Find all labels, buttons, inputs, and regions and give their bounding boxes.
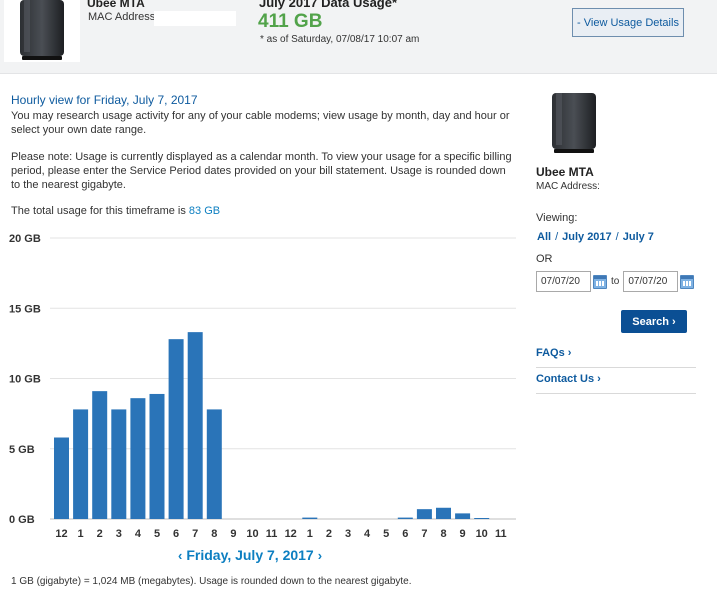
search-button[interactable]: Search › (621, 310, 687, 333)
modem-name: Ubee MTA (87, 0, 145, 10)
usage-bar[interactable] (168, 339, 184, 519)
chart-x-ticks: 12 1 2 3 4 5 6 7 8 9 10 11 12 1 2 3 4 5 6 7 8 9 10 11 (55, 528, 506, 540)
usage-bar[interactable] (474, 518, 490, 519)
x-tick-label: 12 (55, 528, 67, 540)
x-tick-label: 4 (135, 528, 142, 540)
total-usage-prefix: The total usage for this timeframe is (11, 205, 186, 217)
modem-icon (552, 93, 596, 153)
sidebar-modem-name: Ubee MTA (536, 165, 594, 179)
sidebar-divider (536, 367, 696, 368)
billing-note: Please note: Usage is currently displaye… (11, 151, 512, 191)
x-tick-label: 3 (345, 528, 351, 540)
x-tick-label: 8 (440, 528, 446, 540)
x-tick-label: 11 (495, 528, 507, 540)
x-tick-label: 8 (211, 528, 217, 540)
sidebar-mac-label: MAC Address: (536, 181, 600, 192)
sidebar-modem-image (551, 93, 597, 155)
mac-address-value (154, 11, 236, 26)
next-day-icon[interactable]: › (318, 548, 322, 563)
usage-bar[interactable] (92, 391, 108, 519)
x-tick-label: 5 (154, 528, 160, 540)
x-tick-label: 9 (460, 528, 466, 540)
x-tick-label: 3 (116, 528, 122, 540)
from-date-input[interactable] (536, 271, 591, 292)
to-date-input[interactable] (623, 271, 679, 292)
x-tick-label: 2 (326, 528, 332, 540)
x-tick-label: 5 (383, 528, 389, 540)
usage-bar[interactable] (302, 517, 318, 519)
usage-month-title: July 2017 Data Usage* (259, 0, 398, 10)
day-navigator: ‹ Friday, July 7, 2017 › (178, 547, 322, 563)
x-tick-label: 2 (97, 528, 103, 540)
y-tick-label: 15 GB (9, 303, 41, 315)
y-tick-label: 20 GB (9, 233, 41, 245)
x-tick-label: 10 (476, 528, 488, 540)
usage-bar[interactable] (455, 513, 471, 519)
breadcrumb-separator: / (555, 231, 559, 243)
y-tick-label: 10 GB (9, 374, 41, 386)
previous-day-icon[interactable]: ‹ (178, 548, 182, 563)
breadcrumb-separator: / (615, 231, 619, 243)
breadcrumb-day[interactable]: July 7 (623, 231, 654, 243)
hourly-usage-chart: 0 GB5 GB10 GB15 GB20 GB 12 1 2 3 4 5 6 7 8 9 10 11 1… (9, 233, 516, 540)
x-tick-label: 6 (402, 528, 408, 540)
usage-bar[interactable] (149, 393, 165, 519)
total-usage-line: The total usage for this timeframe is 83… (11, 205, 220, 217)
usage-bar[interactable] (73, 409, 89, 519)
x-tick-label: 1 (78, 528, 84, 540)
x-tick-label: 7 (421, 528, 427, 540)
from-calendar-icon[interactable] (593, 274, 607, 289)
chart-bars (54, 332, 490, 519)
x-tick-label: 12 (285, 528, 297, 540)
usage-bar[interactable] (206, 409, 222, 519)
y-tick-label: 0 GB (9, 514, 35, 526)
gigabyte-footnote: 1 GB (gigabyte) = 1,024 MB (megabytes). … (11, 576, 412, 587)
intro-text: You may research usage activity for any … (11, 110, 510, 136)
x-tick-label: 7 (192, 528, 198, 540)
view-usage-details-button[interactable]: - View Usage Details (572, 8, 684, 37)
day-label: Friday, July 7, 2017 (186, 547, 314, 563)
usage-total: 411 GB (258, 11, 323, 32)
viewing-label: Viewing: (536, 212, 578, 224)
modem-thumbnail (4, 0, 80, 62)
y-tick-label: 5 GB (9, 444, 35, 456)
x-tick-label: 1 (307, 528, 313, 540)
faqs-link[interactable]: FAQs › (536, 347, 571, 359)
usage-bar[interactable] (111, 409, 127, 519)
usage-bar[interactable] (130, 398, 146, 519)
x-tick-label: 6 (173, 528, 179, 540)
to-calendar-icon[interactable] (680, 274, 695, 289)
contact-us-link[interactable]: Contact Us › (536, 373, 601, 385)
x-tick-label: 10 (246, 528, 258, 540)
usage-bar[interactable] (54, 437, 69, 519)
usage-bar[interactable] (187, 332, 203, 519)
chart-y-ticks: 0 GB 5 GB 10 GB 15 GB 20 GB (9, 233, 41, 526)
total-usage-value: 83 GB (188, 205, 221, 217)
usage-as-of: * as of Saturday, 07/08/17 10:07 am (260, 34, 420, 45)
or-label: OR (536, 253, 553, 265)
x-tick-label: 9 (230, 528, 236, 540)
sidebar-divider (536, 393, 696, 394)
usage-summary-band: Ubee MTA MAC Address: July 2017 Data Usa… (0, 0, 717, 74)
breadcrumb-all[interactable]: All (537, 231, 551, 243)
usage-bar[interactable] (397, 517, 413, 519)
usage-bar[interactable] (416, 509, 432, 519)
modem-icon (20, 0, 64, 60)
x-tick-label: 4 (364, 528, 371, 540)
usage-bar[interactable] (436, 507, 451, 519)
x-tick-label: 11 (266, 528, 278, 540)
to-label: to (611, 276, 620, 287)
date-range-picker: to (536, 271, 695, 292)
hourly-view-title: Hourly view for Friday, July 7, 2017 (11, 93, 198, 107)
breadcrumb: All / July 2017 / July 7 (537, 231, 654, 243)
breadcrumb-month[interactable]: July 2017 (562, 231, 612, 243)
mac-address-label: MAC Address: (88, 11, 159, 23)
